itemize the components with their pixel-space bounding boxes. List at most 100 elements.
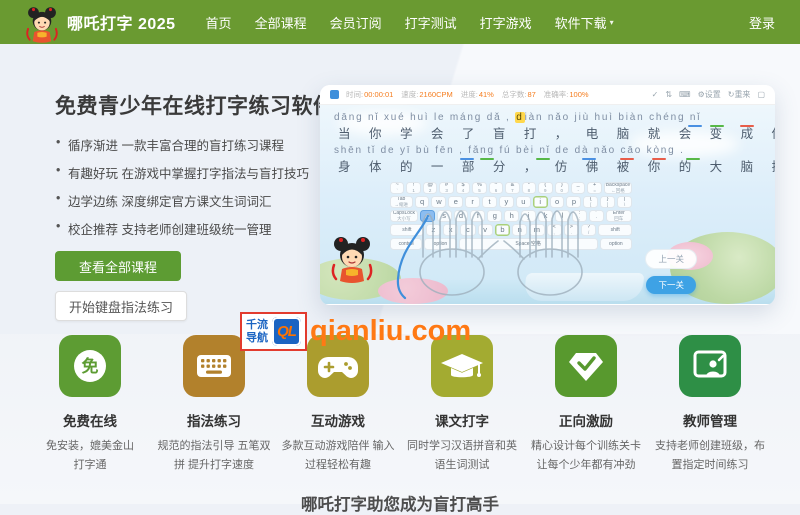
typing-stat: 速度:2160CPM	[401, 89, 452, 100]
hero-section: 免费青少年在线打字练习软件 循序渐进 一款丰富合理的盲打练习课程 有趣好玩 在游…	[0, 44, 800, 334]
pinyin-underline	[620, 158, 634, 160]
key-symbol: ^6	[489, 182, 503, 194]
start-finger-practice-button[interactable]: 开始键盘指法练习	[55, 291, 187, 321]
pinyin-underline	[582, 158, 596, 160]
nav-item-downloads[interactable]: 软件下载▾	[555, 13, 614, 32]
key-n: n	[512, 224, 527, 236]
feature-title: 免费在线	[63, 410, 117, 430]
settings-icon: ⚙设置	[698, 89, 721, 100]
view-all-courses-button[interactable]: 查看全部课程	[55, 251, 181, 281]
key-f: f	[470, 210, 485, 222]
key-w: w	[431, 196, 446, 208]
key-d: d	[454, 210, 469, 222]
feature-title: 指法练习	[187, 410, 241, 430]
key-q: q	[415, 196, 430, 208]
key-symbol: ~`	[390, 182, 404, 194]
page-title: 免费青少年在线打字练习软件	[55, 90, 345, 120]
gem-icon	[555, 335, 617, 397]
navbar: 哪吒打字 2025 首页全部课程会员订阅打字测试打字游戏软件下载▾ 登录	[0, 0, 800, 44]
key-symbol: >.	[564, 224, 579, 236]
key-b: b	[495, 224, 510, 236]
key-o: o	[550, 196, 565, 208]
main-nav: 首页 全部课程 会员订阅 打字测试 打字游戏 软件下载▾	[206, 13, 614, 32]
key-backspace: Backspace←回格	[604, 182, 632, 194]
pinyin-underline	[460, 158, 474, 160]
typing-stat: 准确率:100%	[544, 89, 589, 100]
key-u: u	[516, 196, 531, 208]
next-level-button: 下一关	[646, 276, 696, 294]
pinyin-underline	[710, 125, 724, 127]
key-s: s	[437, 210, 452, 222]
pinyin-underline	[480, 158, 494, 160]
teacher-board-icon	[679, 335, 741, 397]
feature-card-5: 正向激励精心设计每个训练关卡 让每个少年都有冲劲	[526, 335, 646, 476]
key-capslock: CapsLock大小写	[390, 210, 418, 222]
key-symbol: &7	[505, 182, 519, 194]
pinyin-line-2: shēn tǐ de yī bù fēn , fǎng fú bèi nǐ de…	[334, 143, 769, 159]
key-symbol: |\	[617, 196, 632, 208]
watermark-site-link[interactable]: qianliu.com	[310, 315, 471, 348]
key-t: t	[482, 196, 497, 208]
app-mini-logo-icon	[330, 90, 339, 99]
nav-item-all-courses[interactable]: 全部课程	[255, 13, 307, 32]
pinyin-underline	[536, 158, 550, 160]
key-l: l	[555, 210, 570, 222]
key-z: z	[426, 224, 441, 236]
keyboard-row: ~`!1@2#3$4%5^6&7*8(9)0_-+=Backspace←回格	[390, 182, 632, 194]
key-symbol: {[	[583, 196, 598, 208]
key-symbol: +=	[587, 182, 601, 194]
feature-desc: 多款互动游戏陪伴 输入过程轻松有趣	[278, 437, 398, 476]
keyboard-row: shiftzxcvbnm<,>.?/shift	[390, 224, 632, 236]
feature-desc: 支持老师创建班级，布置指定时间练习	[650, 437, 770, 476]
nav-item-membership[interactable]: 会员订阅	[330, 13, 382, 32]
svg-text:免: 免	[82, 356, 99, 376]
nav-item-typing-games[interactable]: 打字游戏	[480, 13, 532, 32]
key-symbol: %5	[472, 182, 486, 194]
key-symbol: @2	[423, 182, 437, 194]
typing-stats: 时间:00:00:01速度:2160CPM进度:41%总字数:87准确率:100…	[346, 89, 589, 100]
key-tab: Tab→缩进	[390, 196, 413, 208]
key-h: h	[504, 210, 519, 222]
key-m: m	[529, 224, 544, 236]
typing-stat: 总字数:87	[502, 89, 536, 100]
nezha-mascot	[330, 235, 374, 285]
key-e: e	[448, 196, 463, 208]
feature-title: 正向激励	[559, 410, 613, 430]
pinyin-line-1: dāng nǐ xué huì le máng dǎ , diàn nǎo ji…	[334, 110, 769, 126]
key-r: r	[465, 196, 480, 208]
hanzi-line-2: 身 体 的 一 部 分 ， 仿 佛 被 你 的 大 脑 操 控 。	[334, 159, 769, 176]
app-body: dāng nǐ xué huì le máng dǎ , diàn nǎo ji…	[320, 105, 775, 304]
watermark-name: 千流 导航	[246, 319, 268, 344]
key-symbol: ?/	[581, 224, 596, 236]
nav-item-home[interactable]: 首页	[206, 13, 232, 32]
nav-item-typing-test[interactable]: 打字测试	[405, 13, 457, 32]
key-symbol: !1	[406, 182, 420, 194]
ql-logo-icon: QL	[272, 317, 301, 346]
key-j: j	[521, 210, 536, 222]
key-symbol: $4	[456, 182, 470, 194]
key-a: a	[420, 210, 435, 222]
key-g: g	[487, 210, 502, 222]
window-icon: ▢	[757, 90, 765, 99]
feature-card-1: 免免费在线免安装，媲美金山打字通	[30, 335, 150, 476]
feature-card-4: 课文打字同时学习汉语拼音和英语生词测试	[402, 335, 522, 476]
app-screenshot: 时间:00:00:01速度:2160CPM进度:41%总字数:87准确率:100…	[320, 85, 775, 305]
key-symbol: )0	[555, 182, 569, 194]
feature-desc: 同时学习汉语拼音和英语生词测试	[402, 437, 522, 476]
key-p: p	[566, 196, 581, 208]
key-symbol: <,	[547, 224, 562, 236]
toolbar-icons: ✓⇅⌨⚙设置↻重来▢	[652, 89, 765, 100]
key-symbol: #3	[439, 182, 453, 194]
lesson-text: dāng nǐ xué huì le máng dǎ , diàn nǎo ji…	[320, 105, 775, 176]
key-shift: shift	[598, 224, 632, 236]
key-symbol: "'	[589, 210, 604, 222]
keyboard-row: Tab→缩进qwertyuiop{[}]|\	[390, 196, 632, 208]
login-link[interactable]: 登录	[749, 13, 775, 32]
qianliu-watermark[interactable]: 千流 导航 QL qianliu.com	[240, 312, 471, 351]
pinyin-underline	[688, 125, 702, 127]
key-shift: shift	[390, 224, 424, 236]
hero-text-block: 免费青少年在线打字练习软件 循序渐进 一款丰富合理的盲打练习课程 有趣好玩 在游…	[55, 90, 345, 321]
keyboard-row: controloptionSpace 空格option	[390, 238, 632, 250]
key-i: i	[533, 196, 548, 208]
hero-bullet: 边学边练 深度绑定官方课文生词词汇	[55, 191, 345, 210]
